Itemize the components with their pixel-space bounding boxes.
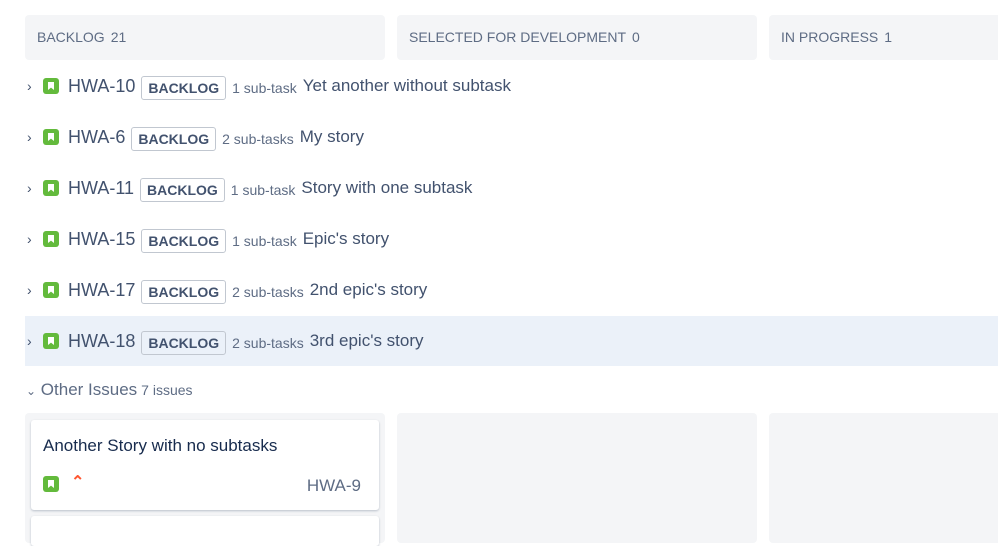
swimlane-row[interactable]: › HWA-18 BACKLOG 2 sub-tasks 3rd epic's stor… xyxy=(25,316,998,366)
subtask-count: 1 sub-task xyxy=(232,233,297,249)
status-badge: BACKLOG xyxy=(131,127,217,151)
card-title: Another Story with no subtasks xyxy=(43,436,278,455)
issue-key[interactable]: HWA-18 xyxy=(68,331,135,352)
chevron-right-icon[interactable]: › xyxy=(27,282,39,298)
story-icon xyxy=(43,476,59,492)
story-icon xyxy=(43,231,59,247)
issue-summary: 3rd epic's story xyxy=(309,331,424,350)
swimlane-row[interactable]: › HWA-10 BACKLOG 1 sub-task Yet another with… xyxy=(25,61,998,111)
status-badge: BACKLOG xyxy=(141,229,227,253)
chevron-down-icon: ⌄ xyxy=(26,384,37,398)
issue-key[interactable]: HWA-10 xyxy=(68,76,135,97)
card-key[interactable]: HWA-9 xyxy=(307,476,361,496)
column-name: SELECTED FOR DEVELOPMENT xyxy=(409,29,627,45)
column-header-in-progress: IN PROGRESS 1 xyxy=(769,15,998,60)
chevron-right-icon[interactable]: › xyxy=(27,78,39,94)
chevron-right-icon[interactable]: › xyxy=(27,333,39,349)
priority-high-icon: ⌃ xyxy=(71,474,85,491)
issue-key[interactable]: HWA-6 xyxy=(68,127,125,148)
column-header-backlog: BACKLOG 21 xyxy=(25,15,385,60)
chevron-right-icon[interactable]: › xyxy=(27,129,39,145)
story-icon xyxy=(43,282,59,298)
story-icon xyxy=(43,180,59,196)
issue-summary: Epic's story xyxy=(302,229,390,248)
issue-summary: My story xyxy=(299,127,364,146)
selected-column-body xyxy=(397,413,757,543)
swimlane-row[interactable]: › HWA-11 BACKLOG 1 sub-task Story with one s… xyxy=(25,163,998,213)
subtask-count: 2 sub-tasks xyxy=(222,131,294,147)
chevron-right-icon[interactable]: › xyxy=(27,231,39,247)
issue-summary: 2nd epic's story xyxy=(309,280,428,299)
issue-key[interactable]: HWA-15 xyxy=(68,229,135,250)
status-badge: BACKLOG xyxy=(141,331,227,355)
status-badge: BACKLOG xyxy=(141,280,227,304)
story-icon xyxy=(43,78,59,94)
story-icon xyxy=(43,129,59,145)
column-count: 0 xyxy=(632,29,640,45)
issue-card[interactable]: Another Story with no subtasks ⌃ HWA-9 xyxy=(31,420,379,510)
subtask-count: 2 sub-tasks xyxy=(232,284,304,300)
in-progress-column-body xyxy=(769,413,998,543)
column-name: IN PROGRESS xyxy=(781,29,879,45)
swimlane-row[interactable]: › HWA-15 BACKLOG 1 sub-task Epic's story xyxy=(25,214,998,264)
status-badge: BACKLOG xyxy=(141,76,227,100)
issue-key[interactable]: HWA-17 xyxy=(68,280,135,301)
other-issues-toggle[interactable]: ⌄ Other Issues 7 issues xyxy=(26,380,193,400)
swimlane-row[interactable]: › HWA-17 BACKLOG 2 sub-tasks 2nd epic's stor… xyxy=(25,265,998,315)
issue-summary: Story with one subtask xyxy=(301,178,473,197)
column-count: 21 xyxy=(110,29,127,45)
chevron-right-icon[interactable]: › xyxy=(27,180,39,196)
column-count: 1 xyxy=(884,29,893,45)
status-badge: BACKLOG xyxy=(140,178,225,202)
issue-card[interactable] xyxy=(31,516,379,546)
other-issues-count: 7 issues xyxy=(141,382,193,398)
other-issues-label: Other Issues xyxy=(40,380,138,399)
subtask-count: 1 sub-task xyxy=(230,182,296,198)
column-header-selected: SELECTED FOR DEVELOPMENT 0 xyxy=(397,15,757,60)
subtask-count: 2 sub-tasks xyxy=(232,335,304,351)
story-icon xyxy=(43,333,59,349)
swimlane-row[interactable]: › HWA-6 BACKLOG 2 sub-tasks My story xyxy=(25,112,998,162)
issue-summary: Yet another without subtask xyxy=(302,76,511,95)
issue-key[interactable]: HWA-11 xyxy=(68,178,134,199)
subtask-count: 1 sub-task xyxy=(232,80,297,96)
column-name: BACKLOG xyxy=(37,29,105,45)
